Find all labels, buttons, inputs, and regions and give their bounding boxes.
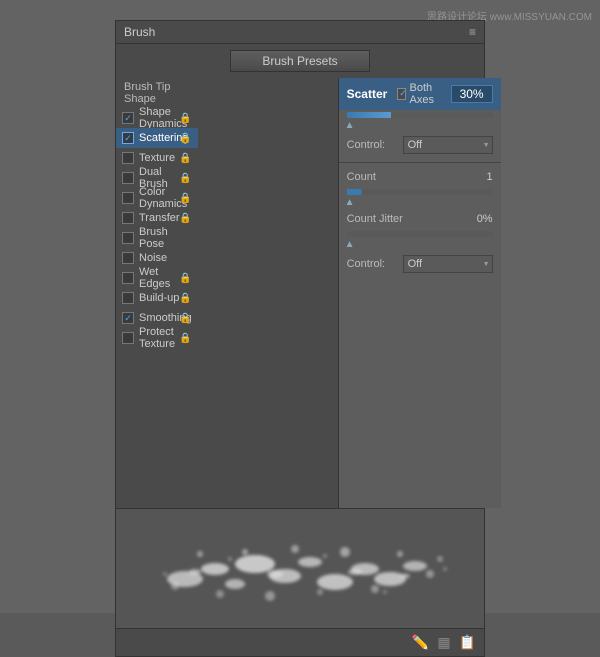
count-label: Count xyxy=(347,171,463,183)
scatter-slider[interactable] xyxy=(347,112,493,118)
bottom-icon-2[interactable]: ▦ xyxy=(437,634,450,651)
count-jitter-row: Count Jitter 0% xyxy=(339,209,501,229)
sidebar-item-scattering[interactable]: ✓ Scattering 🔒 xyxy=(116,128,198,148)
protect-texture-lock: 🔒 xyxy=(179,333,191,344)
sidebar-item-noise[interactable]: Noise xyxy=(116,248,198,268)
count-jitter-label: Count Jitter xyxy=(347,213,463,225)
sidebar-item-texture[interactable]: Texture 🔒 xyxy=(116,148,198,168)
bottom-icon-3[interactable]: 📋 xyxy=(459,634,476,651)
control-label-2: Control: xyxy=(347,258,397,270)
control-row-2: Control: Off Fade Pen Pressure Pen Tilt xyxy=(339,251,501,277)
both-axes-checkbox[interactable] xyxy=(397,88,405,100)
texture-checkbox[interactable] xyxy=(122,152,134,164)
control-select-wrapper-1: Off Fade Pen Pressure Pen Tilt xyxy=(403,136,493,154)
count-row: Count 1 xyxy=(339,167,501,187)
scatter-percentage: 30% xyxy=(451,85,493,103)
count-jitter-triangle-indicator: ▲ xyxy=(339,239,501,251)
brush-pose-label: Brush Pose xyxy=(139,226,192,250)
sidebar-item-shape-dynamics[interactable]: ✓ Shape Dynamics 🔒 xyxy=(116,108,198,128)
sidebar-item-smoothing[interactable]: ✓ Smoothing 🔒 xyxy=(116,308,198,328)
left-sidebar: Brush Tip Shape ✓ Shape Dynamics 🔒 ✓ Sca… xyxy=(116,78,198,508)
sidebar-item-transfer[interactable]: Transfer 🔒 xyxy=(116,208,198,228)
dual-brush-lock: 🔒 xyxy=(179,173,191,184)
build-up-label: Build-up xyxy=(139,292,179,304)
scatter-label: Scatter xyxy=(347,87,388,101)
count-slider-container xyxy=(339,187,501,197)
transfer-lock: 🔒 xyxy=(179,213,191,224)
control-row-1: Control: Off Fade Pen Pressure Pen Tilt xyxy=(339,132,501,158)
transfer-label: Transfer xyxy=(139,212,180,224)
control-dropdown-1[interactable]: Off Fade Pen Pressure Pen Tilt xyxy=(403,136,493,154)
brush-pose-checkbox[interactable] xyxy=(122,232,134,244)
both-axes-label: Both Axes xyxy=(410,82,441,106)
control-label-1: Control: xyxy=(347,139,397,151)
divider-1 xyxy=(339,162,501,163)
build-up-lock: 🔒 xyxy=(179,293,191,304)
shape-dynamics-lock: 🔒 xyxy=(179,113,191,124)
sidebar-item-wet-edges[interactable]: Wet Edges 🔒 xyxy=(116,268,198,288)
brush-presets-button[interactable]: Brush Presets xyxy=(230,50,370,72)
transfer-checkbox[interactable] xyxy=(122,212,134,224)
scatter-header: Scatter Both Axes 30% xyxy=(339,78,501,110)
both-axes-toggle[interactable]: Both Axes xyxy=(397,82,440,106)
control-select-wrapper-2: Off Fade Pen Pressure Pen Tilt xyxy=(403,255,493,273)
smoothing-checkbox[interactable]: ✓ xyxy=(122,312,134,324)
bottom-icon-1[interactable]: ✏️ xyxy=(412,634,429,651)
sidebar-item-build-up[interactable]: Build-up 🔒 xyxy=(116,288,198,308)
wet-edges-checkbox[interactable] xyxy=(122,272,134,284)
panel-title: Brush xyxy=(124,25,155,39)
sidebar-item-protect-texture[interactable]: Protect Texture 🔒 xyxy=(116,328,198,348)
scattering-lock: 🔒 xyxy=(179,133,191,144)
dual-brush-checkbox[interactable] xyxy=(122,172,134,184)
count-jitter-value: 0% xyxy=(463,213,493,225)
sidebar-item-color-dynamics[interactable]: Color Dynamics 🔒 xyxy=(116,188,198,208)
color-dynamics-checkbox[interactable] xyxy=(122,192,134,204)
scatter-triangle-indicator: ▲ xyxy=(339,120,501,132)
sidebar-item-brush-pose[interactable]: Brush Pose xyxy=(116,228,198,248)
noise-label: Noise xyxy=(139,252,167,264)
protect-texture-checkbox[interactable] xyxy=(122,332,134,344)
brush-preview-svg xyxy=(125,514,475,624)
count-value: 1 xyxy=(463,171,493,183)
panel-menu-icon[interactable]: ≡ xyxy=(469,25,476,39)
bottom-bar: ✏️ ▦ 📋 xyxy=(116,628,484,656)
scattering-checkbox[interactable]: ✓ xyxy=(122,132,134,144)
color-dynamics-lock: 🔒 xyxy=(179,193,191,204)
build-up-checkbox[interactable] xyxy=(122,292,134,304)
panel-body: Brush Tip Shape ✓ Shape Dynamics 🔒 ✓ Sca… xyxy=(116,78,484,508)
brush-panel: Brush ≡ Brush Presets Brush Tip Shape ✓ … xyxy=(115,20,485,657)
brush-preview-area xyxy=(116,508,484,628)
wet-edges-lock: 🔒 xyxy=(179,273,191,284)
texture-label: Texture xyxy=(139,152,175,164)
sidebar-item-dual-brush[interactable]: Dual Brush 🔒 xyxy=(116,168,198,188)
shape-dynamics-checkbox[interactable]: ✓ xyxy=(122,112,134,124)
count-slider[interactable] xyxy=(347,189,493,195)
noise-checkbox[interactable] xyxy=(122,252,134,264)
control-dropdown-2[interactable]: Off Fade Pen Pressure Pen Tilt xyxy=(403,255,493,273)
texture-lock: 🔒 xyxy=(179,153,191,164)
scatter-slider-container xyxy=(339,110,501,120)
brush-tip-shape-label: Brush Tip Shape xyxy=(116,78,198,108)
panel-header: Brush ≡ xyxy=(116,21,484,44)
smoothing-lock: 🔒 xyxy=(179,313,191,324)
count-jitter-slider-container xyxy=(339,229,501,239)
panel-header-icons: ≡ xyxy=(469,25,476,39)
count-triangle-indicator: ▲ xyxy=(339,197,501,209)
count-jitter-slider[interactable] xyxy=(347,231,493,237)
right-panel: Scatter Both Axes 30% ▲ Control: xyxy=(338,78,501,508)
